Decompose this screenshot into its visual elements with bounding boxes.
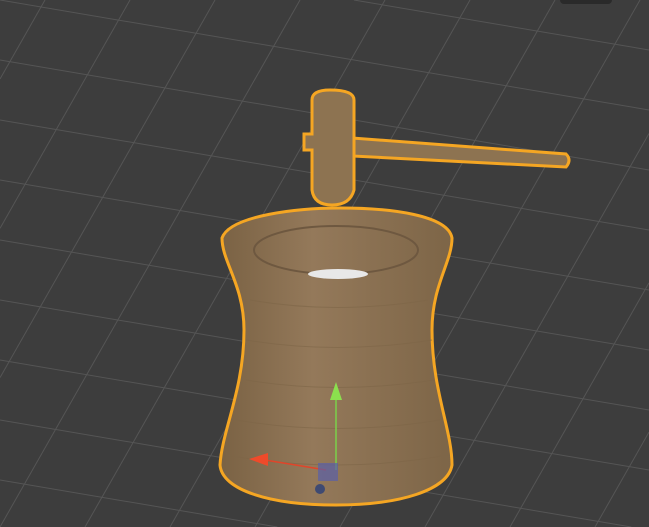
grid-line [424,133,649,527]
grid-line [0,0,131,229]
3d-viewport[interactable] [0,0,649,527]
viewport-header-tab[interactable] [560,0,612,4]
grid-line [0,0,216,378]
grid-line [0,0,46,80]
grid-line [353,0,649,51]
grid-line [594,431,649,527]
mallet[interactable] [302,88,571,207]
gizmo-origin-icon[interactable] [315,484,325,494]
scene [0,0,649,527]
grid-line [509,282,649,527]
